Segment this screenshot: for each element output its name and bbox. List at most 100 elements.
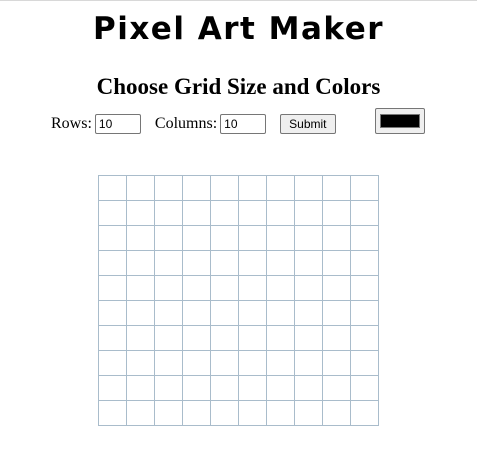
grid-cell[interactable] [238,250,267,276]
color-picker[interactable] [375,108,425,134]
grid-cell[interactable] [210,200,239,226]
grid-cell[interactable] [126,350,155,376]
grid-cell[interactable] [238,400,267,426]
grid-cell[interactable] [126,400,155,426]
grid-cell[interactable] [182,225,211,251]
grid-cell[interactable] [266,325,295,351]
grid-cell[interactable] [294,225,323,251]
grid-cell[interactable] [126,275,155,301]
grid-cell[interactable] [182,350,211,376]
grid-cell[interactable] [154,325,183,351]
grid-cell[interactable] [322,400,351,426]
grid-cell[interactable] [238,350,267,376]
grid-cell[interactable] [98,325,127,351]
grid-cell[interactable] [294,175,323,201]
grid-cell[interactable] [126,200,155,226]
grid-cell[interactable] [98,375,127,401]
grid-cell[interactable] [126,300,155,326]
grid-cell[interactable] [350,300,379,326]
grid-cell[interactable] [294,400,323,426]
grid-cell[interactable] [210,350,239,376]
grid-cell[interactable] [154,200,183,226]
grid-cell[interactable] [210,375,239,401]
grid-cell[interactable] [350,175,379,201]
grid-cell[interactable] [350,375,379,401]
grid-cell[interactable] [210,275,239,301]
grid-cell[interactable] [98,175,127,201]
grid-cell[interactable] [294,200,323,226]
grid-cell[interactable] [182,275,211,301]
grid-cell[interactable] [294,350,323,376]
grid-cell[interactable] [182,400,211,426]
grid-cell[interactable] [266,175,295,201]
grid-cell[interactable] [322,275,351,301]
grid-cell[interactable] [266,225,295,251]
grid-cell[interactable] [322,175,351,201]
grid-cell[interactable] [154,275,183,301]
grid-cell[interactable] [126,250,155,276]
grid-cell[interactable] [210,300,239,326]
grid-cell[interactable] [98,200,127,226]
grid-cell[interactable] [182,375,211,401]
grid-cell[interactable] [210,175,239,201]
columns-input[interactable] [220,114,267,134]
grid-cell[interactable] [182,200,211,226]
grid-cell[interactable] [294,375,323,401]
grid-cell[interactable] [266,350,295,376]
grid-cell[interactable] [126,175,155,201]
rows-input[interactable] [94,114,141,134]
grid-cell[interactable] [182,325,211,351]
grid-cell[interactable] [154,225,183,251]
grid-cell[interactable] [154,175,183,201]
grid-cell[interactable] [322,200,351,226]
grid-cell[interactable] [238,200,267,226]
grid-cell[interactable] [182,175,211,201]
submit-button[interactable]: Submit [280,114,336,134]
grid-cell[interactable] [266,200,295,226]
grid-cell[interactable] [98,250,127,276]
grid-cell[interactable] [266,250,295,276]
grid-cell[interactable] [210,225,239,251]
grid-cell[interactable] [266,375,295,401]
grid-cell[interactable] [98,350,127,376]
grid-cell[interactable] [126,225,155,251]
grid-cell[interactable] [322,325,351,351]
grid-cell[interactable] [126,375,155,401]
grid-cell[interactable] [350,325,379,351]
grid-cell[interactable] [154,375,183,401]
grid-cell[interactable] [238,300,267,326]
grid-cell[interactable] [210,250,239,276]
grid-cell[interactable] [98,225,127,251]
grid-cell[interactable] [98,300,127,326]
grid-cell[interactable] [238,325,267,351]
grid-cell[interactable] [322,350,351,376]
grid-cell[interactable] [266,400,295,426]
grid-cell[interactable] [154,350,183,376]
grid-cell[interactable] [238,275,267,301]
grid-cell[interactable] [322,300,351,326]
grid-cell[interactable] [182,300,211,326]
grid-cell[interactable] [350,275,379,301]
grid-cell[interactable] [322,250,351,276]
grid-cell[interactable] [98,400,127,426]
grid-cell[interactable] [210,325,239,351]
grid-cell[interactable] [350,225,379,251]
grid-cell[interactable] [350,400,379,426]
grid-cell[interactable] [238,375,267,401]
grid-cell[interactable] [238,225,267,251]
grid-cell[interactable] [294,300,323,326]
grid-cell[interactable] [350,250,379,276]
grid-cell[interactable] [154,250,183,276]
grid-cell[interactable] [322,225,351,251]
grid-cell[interactable] [210,400,239,426]
grid-cell[interactable] [154,300,183,326]
grid-cell[interactable] [294,275,323,301]
grid-cell[interactable] [182,250,211,276]
grid-cell[interactable] [294,250,323,276]
grid-cell[interactable] [154,400,183,426]
grid-cell[interactable] [322,375,351,401]
grid-cell[interactable] [350,200,379,226]
grid-cell[interactable] [238,175,267,201]
grid-cell[interactable] [266,275,295,301]
grid-cell[interactable] [294,325,323,351]
